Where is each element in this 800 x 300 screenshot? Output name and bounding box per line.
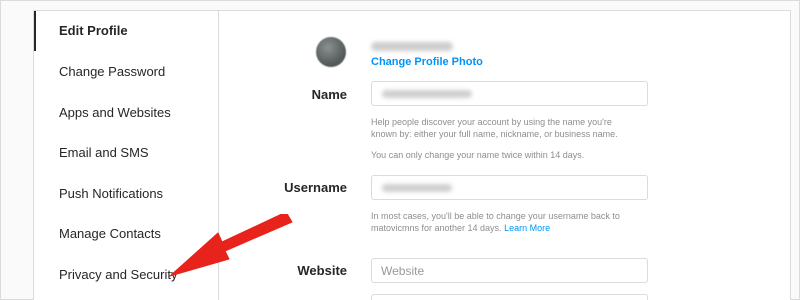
website-field[interactable] xyxy=(371,258,648,283)
profile-username-redacted xyxy=(371,42,453,51)
red-arrow-icon xyxy=(169,214,293,277)
sidebar-item-email-and-sms[interactable]: Email and SMS xyxy=(34,133,218,173)
name-field[interactable] xyxy=(371,81,648,106)
next-field-partial[interactable] xyxy=(371,294,648,300)
change-profile-photo-link[interactable]: Change Profile Photo xyxy=(371,56,483,68)
username-label: Username xyxy=(284,180,347,195)
sidebar-item-change-password[interactable]: Change Password xyxy=(34,52,218,92)
arrow-shape xyxy=(169,214,293,277)
name-value-redacted xyxy=(382,90,472,98)
sidebar-item-push-notifications[interactable]: Push Notifications xyxy=(34,174,218,214)
name-label: Name xyxy=(311,87,347,102)
sidebar-item-apps-and-websites[interactable]: Apps and Websites xyxy=(34,93,218,133)
name-hint: Help people discover your account by usi… xyxy=(371,117,618,139)
username-field[interactable] xyxy=(371,175,648,200)
settings-card: Edit Profile Change Password Apps and We… xyxy=(33,10,791,300)
username-value-redacted xyxy=(382,184,452,192)
name-change-note: You can only change your name twice with… xyxy=(371,150,585,160)
username-hint: In most cases, you'll be able to change … xyxy=(371,210,639,234)
avatar[interactable] xyxy=(316,37,346,67)
sidebar-item-edit-profile[interactable]: Edit Profile xyxy=(34,11,218,51)
username-hint-text: In most cases, you'll be able to change … xyxy=(371,211,620,233)
edit-profile-form: Change Profile Photo Name Help people di… xyxy=(219,11,790,300)
learn-more-link[interactable]: Learn More xyxy=(504,223,550,233)
